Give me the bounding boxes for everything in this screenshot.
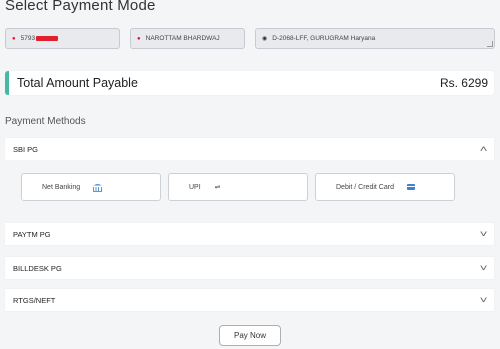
option-debit-credit-card[interactable]: Debit / Credit Card — [315, 173, 455, 201]
option-upi[interactable]: UPI ⇌ — [168, 173, 308, 201]
gateway-label: RTGS/NEFT — [13, 295, 56, 305]
phone-value: 5793 — [20, 35, 36, 42]
redaction-mark — [36, 36, 59, 41]
total-label: Total Amount Payable — [17, 76, 138, 90]
gateway-billdesk-pg[interactable]: BILLDESK PG ˅ — [5, 257, 494, 279]
option-label: Debit / Credit Card — [336, 183, 394, 191]
gateway-sbi-pg[interactable]: SBI PG ˄ — [5, 138, 494, 160]
chevron-up-icon: ˄ — [479, 144, 488, 154]
location-pin-icon: ◉ — [262, 36, 268, 42]
user-icon: ● — [137, 35, 141, 42]
total-amount-bar: Total Amount Payable Rs. 6299 — [5, 71, 494, 95]
gateway-label: PAYTM PG — [13, 229, 51, 239]
gateway-label: BILLDESK PG — [13, 263, 62, 273]
address-field[interactable]: ◉ D-2068-LFF, GURUGRAM Haryana — [255, 28, 495, 49]
option-label: UPI — [189, 183, 201, 191]
total-amount: Rs. 6299 — [439, 76, 488, 90]
chevron-down-icon: ˅ — [479, 229, 488, 239]
bank-icon — [93, 184, 103, 192]
upi-icon: ⇌ — [214, 184, 221, 191]
pay-now-button[interactable]: Pay Now — [219, 325, 281, 346]
address-value: D-2068-LFF, GURUGRAM Haryana — [272, 35, 376, 42]
chevron-down-icon: ˅ — [479, 295, 488, 305]
resize-handle-icon[interactable] — [487, 41, 493, 47]
page-title: Select Payment Mode — [5, 0, 156, 14]
credit-card-icon — [406, 184, 415, 190]
option-label: Net Banking — [42, 183, 81, 191]
phone-field[interactable]: ● 5793 — [5, 28, 120, 49]
gateway-rtgs-neft[interactable]: RTGS/NEFT ˅ — [5, 289, 494, 311]
payment-methods-heading: Payment Methods — [5, 116, 86, 127]
option-net-banking[interactable]: Net Banking — [21, 173, 161, 201]
gateway-paytm-pg[interactable]: PAYTM PG ˅ — [5, 223, 494, 245]
gateway-label: SBI PG — [13, 144, 39, 154]
name-value: NAROTTAM BHARDWAJ — [145, 35, 220, 42]
chevron-down-icon: ˅ — [479, 263, 488, 273]
name-field[interactable]: ● NAROTTAM BHARDWAJ — [130, 28, 245, 49]
user-icon: ● — [12, 35, 16, 42]
